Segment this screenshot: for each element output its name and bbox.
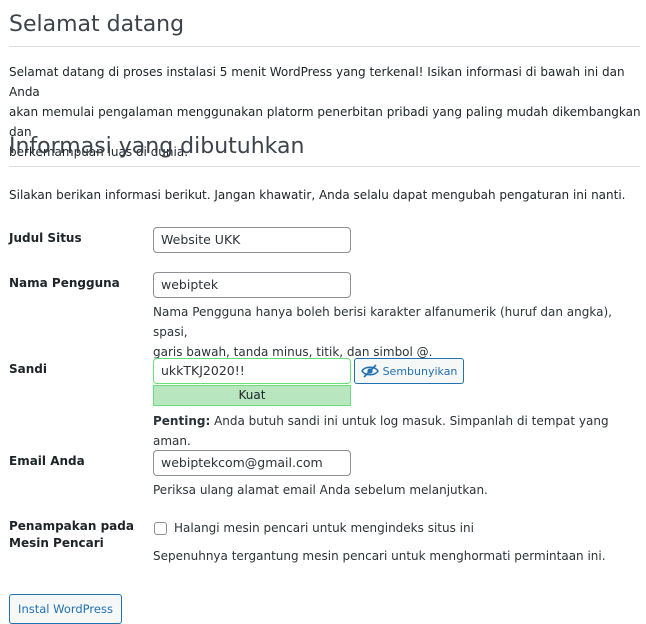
info-heading: Informasi yang dibutuhkan bbox=[9, 134, 305, 159]
eye-slash-icon bbox=[360, 364, 379, 378]
hide-password-button[interactable]: Sembunyikan bbox=[354, 358, 464, 384]
email-label: Email Anda bbox=[9, 454, 85, 468]
site-title-label: Judul Situs bbox=[9, 231, 82, 245]
username-hint: Nama Pengguna hanya boleh berisi karakte… bbox=[153, 302, 646, 362]
install-wordpress-button[interactable]: Instal WordPress bbox=[9, 594, 122, 624]
password-note-text: Anda butuh sandi ini untuk log masuk. Si… bbox=[153, 414, 609, 448]
visibility-label-line: Penampakan pada bbox=[9, 519, 134, 533]
visibility-hint: Sepenuhnya tergantung mesin pencari untu… bbox=[153, 549, 606, 563]
password-strength-meter: Kuat bbox=[153, 385, 351, 406]
username-hint-line: Nama Pengguna hanya boleh berisi karakte… bbox=[153, 305, 612, 339]
info-divider bbox=[9, 166, 640, 167]
password-label: Sandi bbox=[9, 362, 47, 376]
visibility-label-line: Mesin Pencari bbox=[9, 536, 104, 550]
welcome-line: Selamat datang di proses instalasi 5 men… bbox=[9, 65, 625, 99]
search-engine-checkbox-label[interactable]: Halangi mesin pencari untuk mengindeks s… bbox=[174, 518, 474, 538]
email-input[interactable]: webiptekcom@gmail.com bbox=[153, 450, 351, 476]
username-input[interactable]: webiptek bbox=[153, 272, 351, 298]
site-title-input[interactable]: Website UKK bbox=[153, 227, 351, 253]
hide-password-label: Sembunyikan bbox=[382, 364, 458, 378]
search-engine-checkbox[interactable] bbox=[154, 522, 167, 535]
visibility-label: Penampakan pada Mesin Pencari bbox=[9, 518, 134, 552]
welcome-divider bbox=[9, 46, 640, 47]
welcome-heading: Selamat datang bbox=[9, 12, 185, 37]
info-intro: Silakan berikan informasi berikut. Janga… bbox=[9, 188, 626, 202]
username-label: Nama Pengguna bbox=[9, 276, 120, 290]
email-hint: Periksa ulang alamat email Anda sebelum … bbox=[153, 483, 488, 497]
password-input[interactable]: ukkTKJ2020!! bbox=[153, 358, 351, 384]
password-note: Penting: Anda butuh sandi ini untuk log … bbox=[153, 411, 646, 451]
password-note-bold: Penting: bbox=[153, 414, 211, 428]
